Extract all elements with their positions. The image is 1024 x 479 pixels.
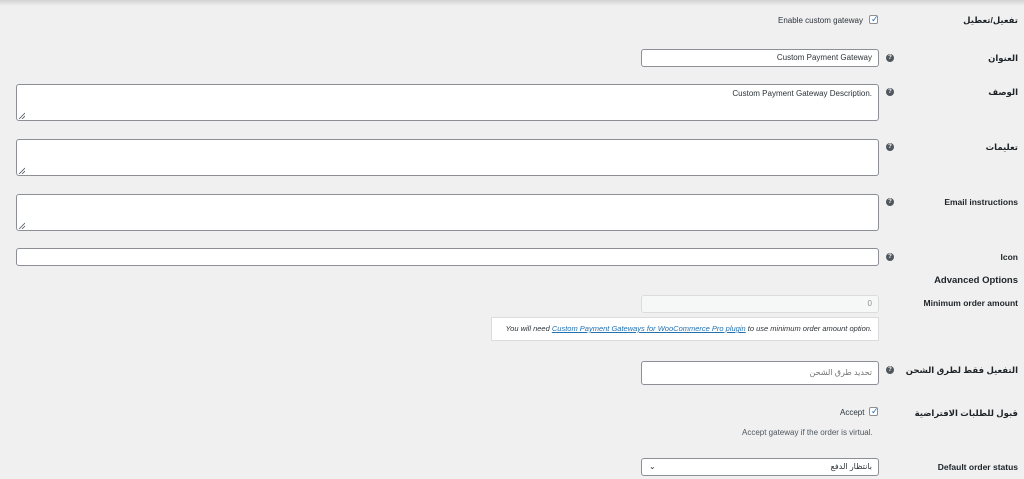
title-input[interactable]: Custom Payment Gateway <box>641 49 879 67</box>
help-icon[interactable]: ? <box>886 198 894 206</box>
enable-label: تفعيل/تعطيل <box>963 15 1018 25</box>
notice-prefix: You will need <box>505 324 552 333</box>
help-icon[interactable]: ? <box>886 54 894 62</box>
check-icon: ✓ <box>871 14 879 24</box>
shipping-methods-input[interactable]: تحديد طرق الشحن <box>641 361 879 385</box>
resize-grip-icon[interactable] <box>18 222 25 229</box>
icon-input[interactable] <box>16 248 879 266</box>
enable-checkbox-label[interactable]: Enable custom gateway <box>778 16 863 25</box>
gateway-settings-page: تفعيل/تعطيل ✓ Enable custom gateway العن… <box>0 0 1024 479</box>
chevron-down-icon: ⌄ <box>649 462 656 471</box>
instructions-label: تعليمات <box>985 142 1018 152</box>
resize-grip-icon[interactable] <box>18 112 25 119</box>
advanced-options-title: Advanced Options <box>934 275 1018 286</box>
icon-label: Icon <box>1000 252 1018 262</box>
description-label: الوصف <box>988 87 1018 97</box>
virtual-checkbox[interactable]: ✓ <box>869 406 879 416</box>
resize-grip-icon[interactable] <box>18 167 25 174</box>
shipping-label: التفعيل فقط لطرق الشحن <box>905 365 1018 375</box>
order-status-select[interactable]: بانتظار الدفع ⌄ <box>641 458 879 476</box>
email-instructions-textarea[interactable] <box>16 194 879 231</box>
email-instructions-label: Email instructions <box>944 197 1018 207</box>
check-icon: ✓ <box>871 406 879 416</box>
description-textarea[interactable]: Custom Payment Gateway Description. <box>16 84 879 121</box>
instructions-textarea[interactable] <box>16 139 879 176</box>
help-icon[interactable]: ? <box>886 143 894 151</box>
order-status-label: Default order status <box>937 462 1018 472</box>
help-icon[interactable]: ? <box>886 88 894 96</box>
title-label: العنوان <box>988 53 1018 63</box>
help-icon[interactable]: ? <box>886 366 894 374</box>
min-order-label: Minimum order amount <box>923 298 1018 308</box>
virtual-checkbox-label[interactable]: Accept <box>840 408 864 417</box>
description-text: Custom Payment Gateway Description. <box>732 89 872 98</box>
min-order-input[interactable]: 0 <box>641 295 879 313</box>
min-order-notice: You will need Custom Payment Gateways fo… <box>491 317 879 341</box>
virtual-label: قبول للطلبات الافتراضية <box>914 408 1018 418</box>
order-status-selected: بانتظار الدفع <box>830 462 872 471</box>
notice-suffix: to use minimum order amount option. <box>745 324 872 333</box>
help-icon[interactable]: ? <box>886 253 894 261</box>
top-shadow <box>0 0 1024 6</box>
pro-plugin-link[interactable]: Custom Payment Gateways for WooCommerce … <box>552 324 746 333</box>
enable-checkbox[interactable]: ✓ <box>869 14 879 24</box>
virtual-description: Accept gateway if the order is virtual. <box>742 428 873 437</box>
